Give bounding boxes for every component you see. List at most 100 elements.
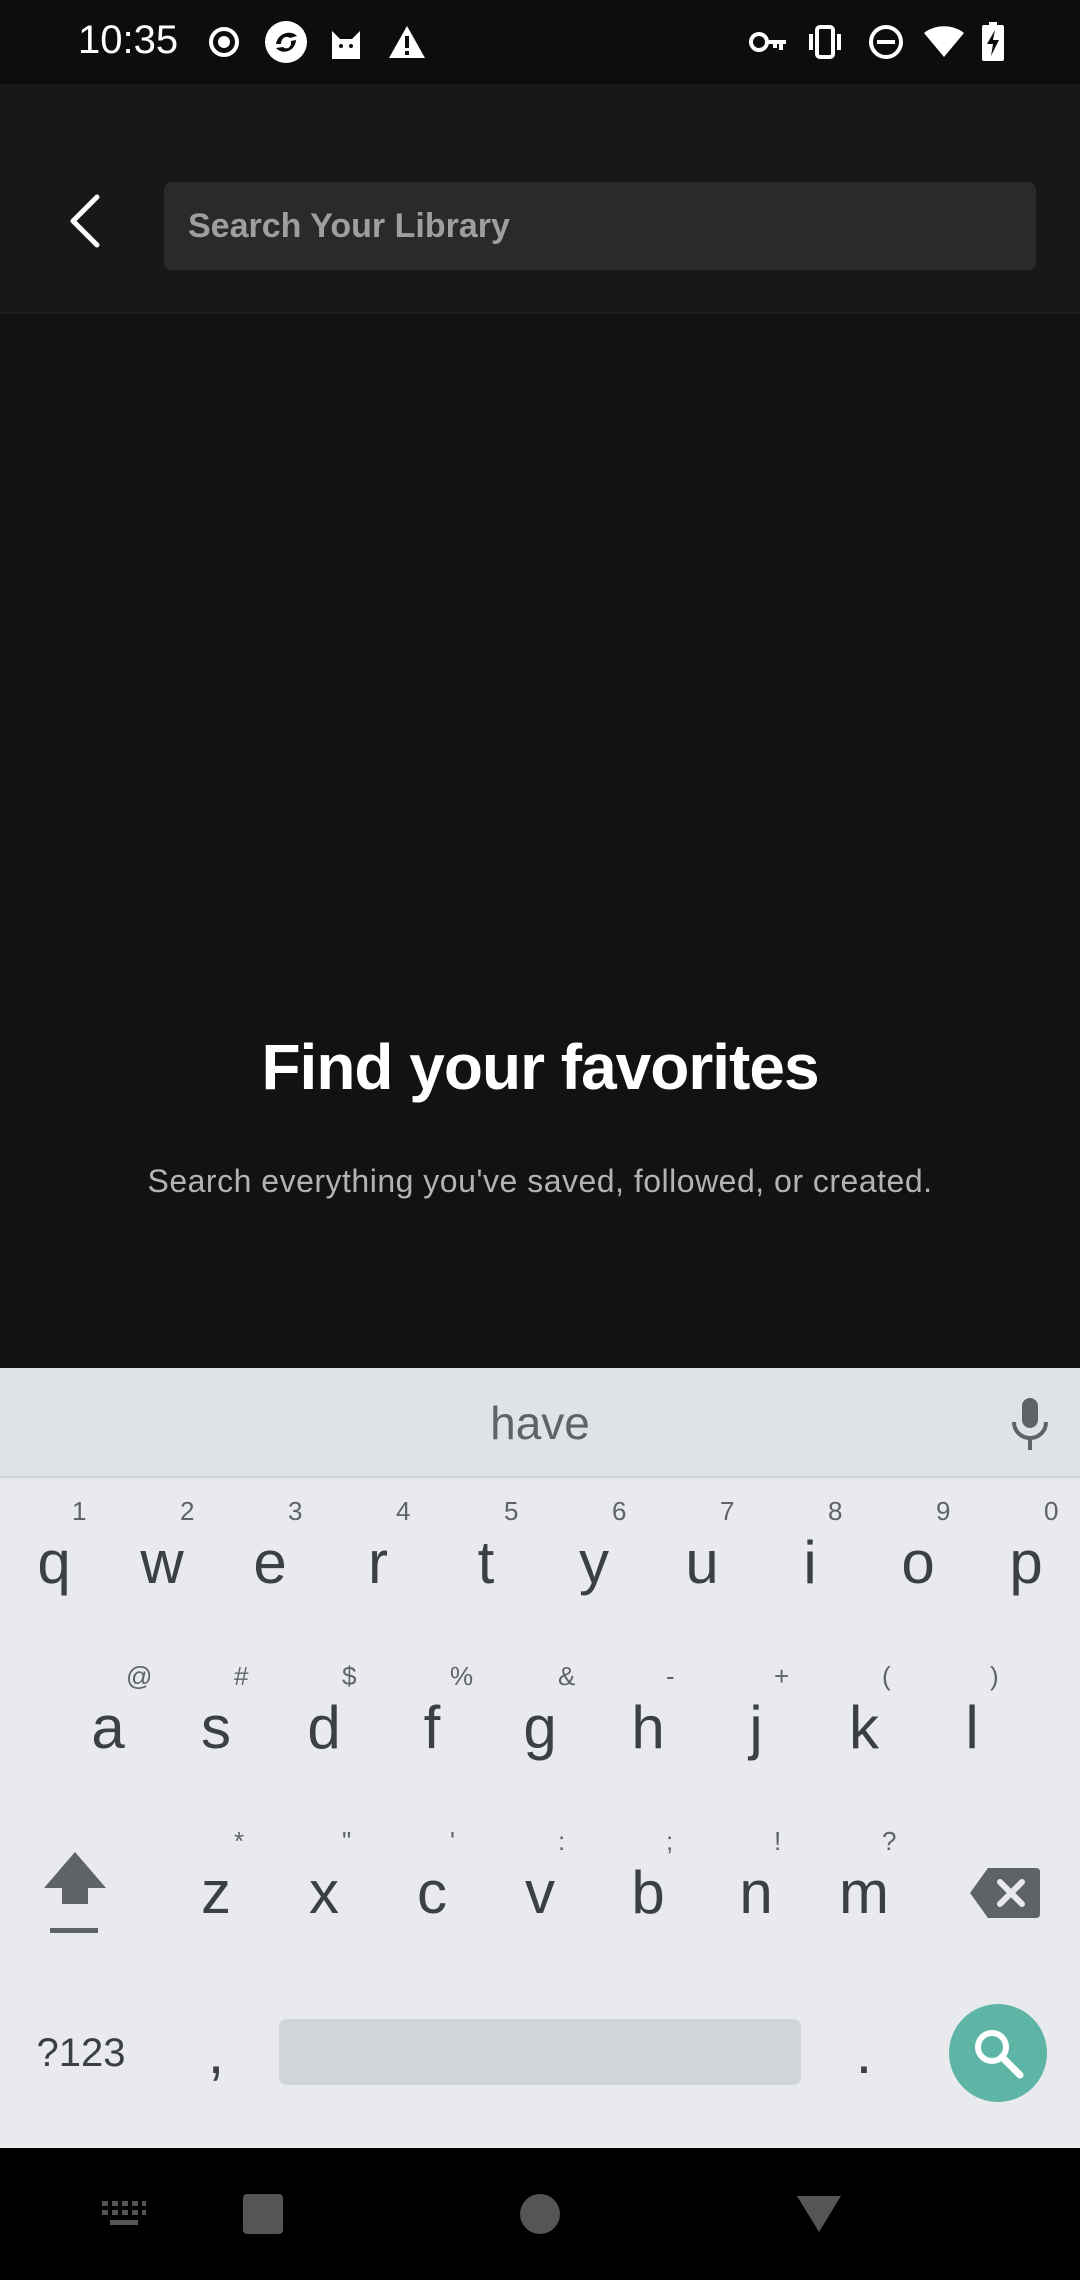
key-hint: ; — [666, 1826, 674, 1856]
key-g[interactable]: & g — [486, 1653, 594, 1803]
app-icon — [262, 21, 310, 63]
key-label: i — [803, 1529, 817, 1596]
key-e[interactable]: 3e — [216, 1488, 324, 1638]
key-label: a — [91, 1694, 125, 1761]
key-label: m — [839, 1859, 889, 1926]
key-hint: % — [450, 1661, 474, 1691]
search-action-button[interactable] — [949, 2004, 1047, 2102]
battery-charging-icon — [978, 22, 1008, 62]
header — [0, 84, 1080, 314]
backspace-icon — [970, 1868, 1040, 1918]
recents-button[interactable] — [240, 2178, 286, 2250]
key-y[interactable]: 6y — [540, 1488, 648, 1638]
key-hint: & — [558, 1661, 576, 1691]
key-hint: + — [774, 1661, 790, 1691]
key-label: p — [1009, 1529, 1043, 1596]
keyboard-switch-button[interactable] — [96, 2178, 152, 2250]
key-h[interactable]: -h — [594, 1653, 702, 1803]
keyboard: have 1 q 2 w 3 e 4 r 5 t 6 y 7 u 8 i 9 o 0 p @ a # s $ d% f & g - h + j(… — [0, 1368, 1080, 2148]
key-hint: 7 — [720, 1496, 735, 1526]
symbols-key[interactable]: ?123 — [16, 1978, 146, 2128]
key-hint: 2 — [180, 1496, 195, 1526]
suggestion-strip: have — [0, 1368, 1080, 1478]
key-p[interactable]: 0p — [972, 1488, 1080, 1638]
period-key-label: . — [855, 2019, 873, 2086]
search-field[interactable] — [164, 182, 1036, 270]
search-icon — [975, 2030, 1024, 2079]
key-label: z — [201, 1859, 231, 1926]
key-label: q — [37, 1529, 71, 1596]
key-w[interactable]: 2w — [108, 1488, 216, 1638]
comma-key[interactable]: , — [162, 1978, 270, 2128]
space-bar[interactable] — [279, 2019, 801, 2085]
key-label: c — [417, 1859, 447, 1926]
key-label: j — [749, 1694, 763, 1761]
wifi-icon — [922, 22, 966, 62]
comma-key-label: , — [207, 2019, 225, 2086]
period-key[interactable]: . — [810, 1978, 918, 2128]
key-label: b — [631, 1859, 665, 1926]
home-button[interactable] — [518, 2178, 562, 2250]
suggestion-word[interactable]: have — [0, 1396, 1080, 1450]
key-z[interactable]: * z — [162, 1818, 270, 1968]
key-label: e — [253, 1529, 287, 1596]
record-icon — [206, 22, 242, 62]
key-label: o — [901, 1529, 935, 1596]
empty-state-subtitle: Search everything you've saved, followed… — [147, 1163, 933, 1199]
key-b[interactable]: ; b — [594, 1818, 702, 1968]
key-k[interactable]: (k — [810, 1653, 918, 1803]
key-label: k — [849, 1694, 879, 1761]
key-label: t — [477, 1529, 495, 1596]
key-s[interactable]: # s — [162, 1653, 270, 1803]
key-hint: " — [342, 1826, 352, 1856]
key-hint: ) — [990, 1661, 999, 1691]
vpn-key-icon — [748, 22, 788, 62]
chevron-left-icon — [70, 194, 100, 248]
key-hint: ' — [450, 1826, 455, 1856]
key-r[interactable]: 4r — [324, 1488, 432, 1638]
key-x[interactable]: " x — [270, 1818, 378, 1968]
key-hint: ! — [774, 1826, 782, 1856]
search-input[interactable] — [188, 206, 1036, 246]
keyboard-switch-icon — [102, 2201, 146, 2225]
key-f[interactable]: % f — [378, 1653, 486, 1803]
shift-key[interactable] — [20, 1818, 130, 1968]
key-hint: @ — [126, 1661, 153, 1691]
key-hint: 1 — [72, 1496, 87, 1526]
status-time: 10:35 — [78, 18, 179, 62]
cat-icon — [326, 22, 366, 62]
key-n[interactable]: ! n — [702, 1818, 810, 1968]
key-i[interactable]: 8i — [756, 1488, 864, 1638]
key-u[interactable]: 7u — [648, 1488, 756, 1638]
key-hint: # — [234, 1661, 249, 1691]
key-a[interactable]: @ a — [54, 1653, 162, 1803]
key-d[interactable]: $ d — [270, 1653, 378, 1803]
key-label: u — [685, 1529, 719, 1596]
symbols-key-label: ?123 — [36, 2030, 126, 2075]
key-o[interactable]: 9o — [864, 1488, 972, 1638]
key-j[interactable]: + j — [702, 1653, 810, 1803]
back-button[interactable] — [50, 186, 120, 256]
dnd-icon — [866, 22, 906, 62]
key-hint: * — [234, 1826, 245, 1856]
backspace-key[interactable] — [950, 1818, 1060, 1968]
key-v[interactable]: :v — [486, 1818, 594, 1968]
navigation-bar — [0, 2148, 1080, 2280]
key-t[interactable]: 5t — [432, 1488, 540, 1638]
mic-button[interactable] — [998, 1392, 1062, 1456]
shift-icon — [44, 1852, 106, 1933]
key-c[interactable]: ' c — [378, 1818, 486, 1968]
key-label: r — [368, 1529, 388, 1596]
key-label: s — [201, 1694, 231, 1761]
key-q[interactable]: 1q — [0, 1488, 108, 1638]
key-label: v — [525, 1859, 555, 1926]
key-label: w — [140, 1529, 184, 1596]
vibrate-icon — [804, 22, 846, 62]
key-l[interactable]: ) l — [918, 1653, 1026, 1803]
back-nav-button[interactable] — [796, 2178, 842, 2250]
key-label: d — [307, 1694, 341, 1761]
key-hint: ( — [882, 1661, 891, 1691]
key-m[interactable]: ? m — [810, 1818, 918, 1968]
recents-icon — [243, 2194, 283, 2234]
key-hint: 0 — [1044, 1496, 1059, 1526]
